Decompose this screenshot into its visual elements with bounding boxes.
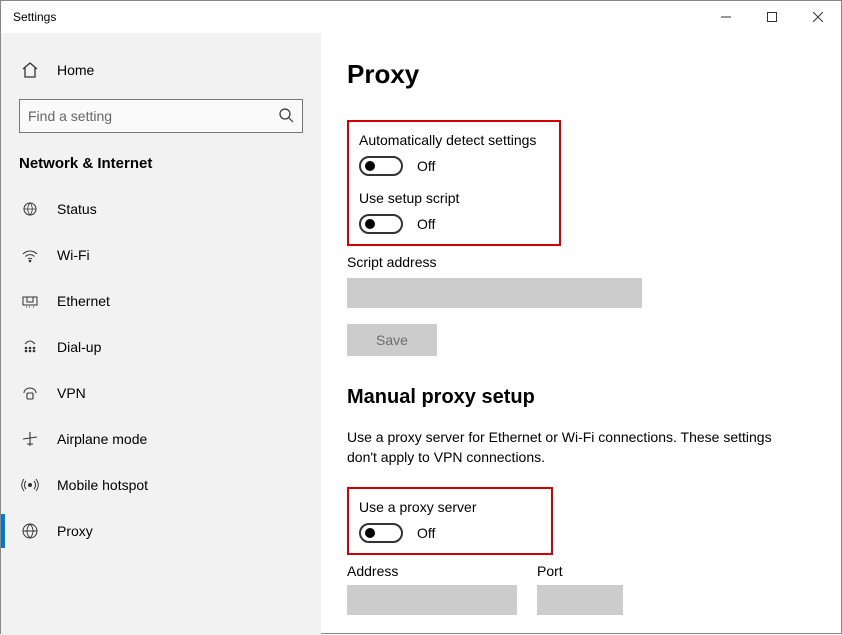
minimize-icon [721, 12, 731, 22]
section-header: Network & Internet [1, 145, 321, 186]
wifi-icon [19, 246, 41, 264]
manual-help-text: Use a proxy server for Ethernet or Wi-Fi… [347, 427, 787, 467]
maximize-button[interactable] [749, 1, 795, 33]
search-input[interactable] [28, 108, 278, 124]
auto-setup-highlight: Automatically detect settings Off Use se… [347, 120, 561, 246]
nav-hotspot-label: Mobile hotspot [57, 477, 148, 493]
address-label: Address [347, 563, 517, 579]
port-label: Port [537, 563, 623, 579]
main-content: Proxy Automatically detect settings Off … [321, 33, 841, 635]
address-input [347, 585, 517, 615]
save-button: Save [347, 324, 437, 356]
sidebar: Home Network & Internet Status Wi-Fi E [1, 33, 321, 635]
nav-vpn-label: VPN [57, 385, 86, 401]
script-address-label: Script address [347, 254, 841, 270]
search-box[interactable] [19, 99, 303, 133]
nav-wifi-label: Wi-Fi [57, 247, 90, 263]
manual-section-title: Manual proxy setup [347, 386, 841, 409]
close-icon [813, 12, 823, 22]
setup-script-label: Use setup script [359, 190, 549, 206]
port-input [537, 585, 623, 615]
auto-detect-toggle[interactable] [359, 156, 403, 176]
nav-proxy-label: Proxy [57, 523, 93, 539]
use-proxy-toggle[interactable] [359, 523, 403, 543]
close-button[interactable] [795, 1, 841, 33]
search-icon [278, 107, 294, 126]
maximize-icon [767, 12, 777, 22]
nav-wifi[interactable]: Wi-Fi [1, 232, 321, 278]
auto-detect-state: Off [417, 158, 435, 174]
auto-detect-label: Automatically detect settings [359, 132, 549, 148]
airplane-icon [19, 430, 41, 448]
minimize-button[interactable] [703, 1, 749, 33]
window-title: Settings [1, 10, 56, 24]
script-address-input [347, 278, 642, 308]
vpn-icon [19, 384, 41, 402]
titlebar: Settings [1, 1, 841, 33]
nav-status-label: Status [57, 201, 97, 217]
home-label: Home [57, 62, 94, 78]
nav-proxy[interactable]: Proxy [1, 508, 321, 554]
nav-dialup-label: Dial-up [57, 339, 101, 355]
proxy-server-highlight: Use a proxy server Off [347, 487, 553, 555]
home-nav[interactable]: Home [1, 51, 321, 89]
home-icon [19, 61, 41, 79]
use-proxy-state: Off [417, 525, 435, 541]
setup-script-toggle[interactable] [359, 214, 403, 234]
page-title: Proxy [347, 59, 841, 90]
nav-dialup[interactable]: Dial-up [1, 324, 321, 370]
nav-status[interactable]: Status [1, 186, 321, 232]
nav-ethernet[interactable]: Ethernet [1, 278, 321, 324]
setup-script-state: Off [417, 216, 435, 232]
nav-ethernet-label: Ethernet [57, 293, 110, 309]
nav-vpn[interactable]: VPN [1, 370, 321, 416]
status-icon [19, 200, 41, 218]
use-proxy-label: Use a proxy server [359, 499, 541, 515]
nav-airplane-label: Airplane mode [57, 431, 147, 447]
proxy-icon [19, 522, 41, 540]
dialup-icon [19, 338, 41, 356]
nav-hotspot[interactable]: Mobile hotspot [1, 462, 321, 508]
nav-airplane[interactable]: Airplane mode [1, 416, 321, 462]
hotspot-icon [19, 476, 41, 494]
ethernet-icon [19, 292, 41, 310]
